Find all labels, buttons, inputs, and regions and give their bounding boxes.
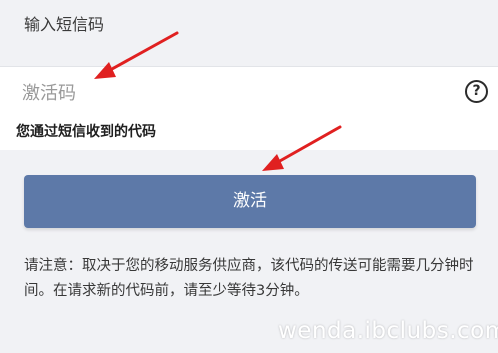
- notice-text: 请注意：取决于您的移动服务供应商，该代码的传送可能需要几分钟时间。在请求新的代码…: [24, 258, 474, 299]
- question-mark-icon[interactable]: ?: [465, 80, 488, 103]
- hint-row: 您通过短信收到的代码: [0, 118, 498, 150]
- sms-code-title: 输入短信码: [24, 15, 105, 34]
- activate-button[interactable]: 激活: [24, 175, 476, 228]
- code-hint-text: 您通过短信收到的代码: [16, 124, 156, 140]
- watermark: wenda.ibclubs.com: [278, 318, 498, 344]
- activation-code-row: ?: [0, 66, 498, 119]
- activation-code-input[interactable]: [22, 77, 422, 109]
